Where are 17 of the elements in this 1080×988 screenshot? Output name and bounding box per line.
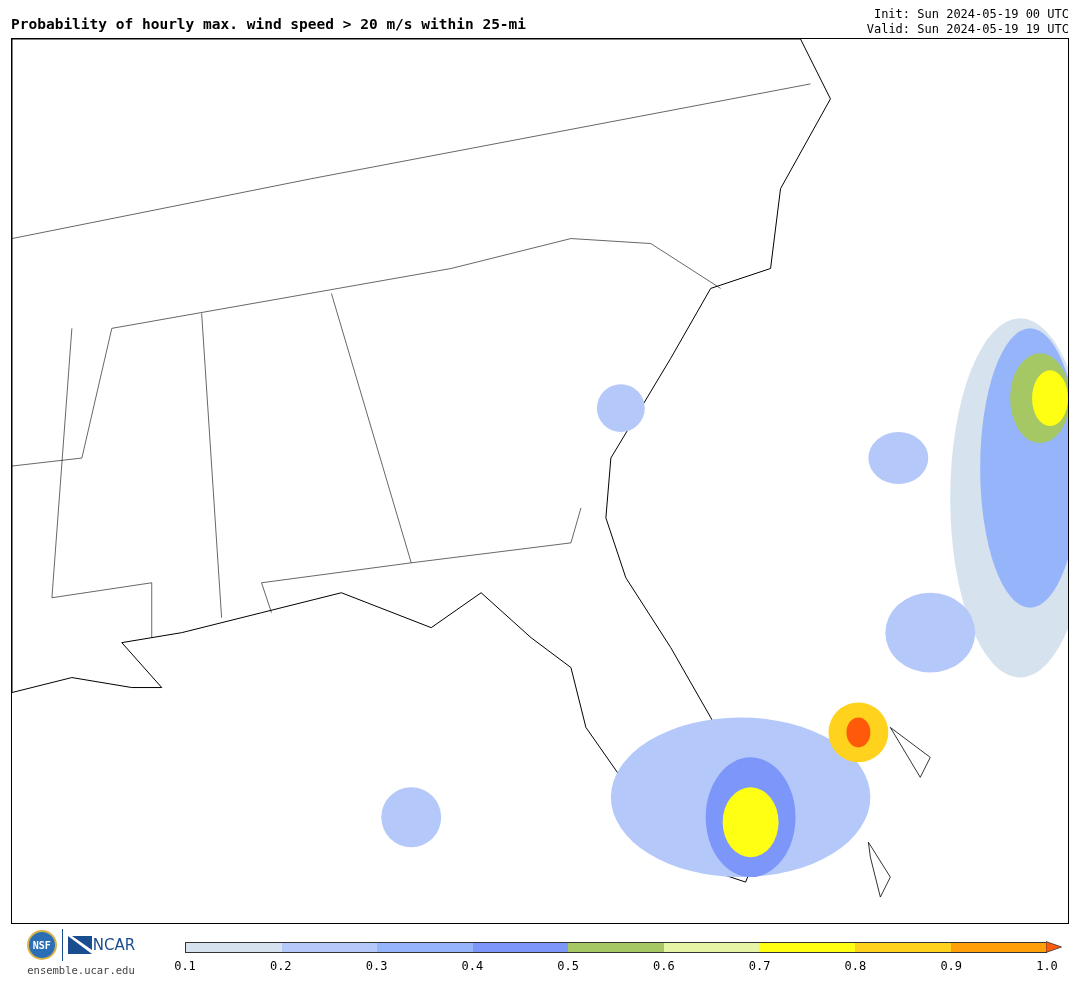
colorbar-tick-label: 0.7 bbox=[748, 959, 771, 973]
colorbar-tick-label: 0.2 bbox=[269, 959, 292, 973]
site-url: ensemble.ucar.edu bbox=[27, 964, 135, 976]
nsf-logo: NSF bbox=[26, 930, 57, 960]
colorbar-tick-label: 0.1 bbox=[174, 959, 196, 973]
init-time: Init: Sun 2024-05-19 00 UTC bbox=[873, 7, 1069, 22]
valid-time: Valid: Sun 2024-05-19 19 UTC bbox=[866, 22, 1069, 37]
chart-title: Probability of hourly max. wind speed > 20 m/s within 25-mi bbox=[11, 16, 527, 34]
ncar-mark-icon bbox=[67, 936, 92, 954]
colorbar-tick-label: 0.8 bbox=[844, 959, 867, 973]
colorbar-tick-label: 0.6 bbox=[653, 959, 675, 973]
ncar-logo: NCAR bbox=[92, 936, 136, 954]
colorbar-tick-label: 0.3 bbox=[365, 959, 388, 973]
colorbar-tick-label: 1.0 bbox=[1036, 959, 1058, 973]
colorbar-tick-label: 0.9 bbox=[940, 959, 963, 973]
colorbar-tick-label: 0.4 bbox=[461, 959, 484, 973]
colorbar-tick-label: 0.5 bbox=[557, 959, 579, 973]
